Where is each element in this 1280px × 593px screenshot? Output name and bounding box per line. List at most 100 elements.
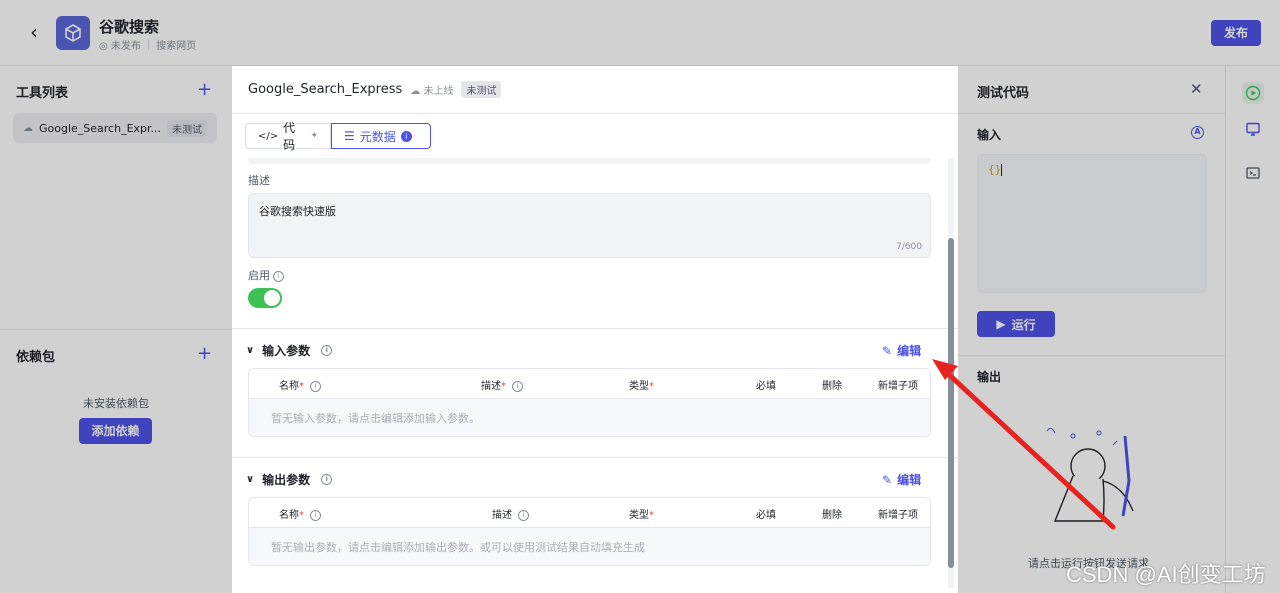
ai-assist-icon[interactable]: A xyxy=(1191,126,1204,139)
test-status-badge: 未测试 xyxy=(461,81,502,98)
empty-row: 暂无输入参数，请点击编辑添加输入参数。 xyxy=(249,399,930,436)
sliders-icon: ☰ xyxy=(344,129,355,143)
vertical-scrollbar[interactable] xyxy=(946,158,955,588)
divider xyxy=(958,113,1225,114)
tools-list-title: 工具列表 xyxy=(16,86,69,101)
description-value: 谷歌搜索快速版 xyxy=(259,205,336,218)
edit-icon: ✎ xyxy=(882,472,893,487)
empty-text: 暂无输入参数，请点击编辑添加输入参数。 xyxy=(271,412,480,425)
no-deps-text: 未安装依赖包 xyxy=(83,397,149,410)
info-icon[interactable]: i xyxy=(512,380,524,392)
description-label: 描述 xyxy=(248,174,270,187)
col-required: 必填 xyxy=(756,381,776,392)
tab-label: 代码 xyxy=(283,121,296,152)
input-label: 输入 xyxy=(977,128,1002,142)
enable-label: 启用 i xyxy=(248,267,284,283)
info-icon: i xyxy=(400,130,412,142)
code-value: {} xyxy=(988,163,1003,176)
empty-text: 暂无输出参数，请点击编辑添加输出参数。或可以使用测试结果自动填充生成 xyxy=(271,541,645,554)
scroll-thumb[interactable] xyxy=(948,238,954,568)
online-status: ☁ 未上线 xyxy=(410,86,454,97)
chevron-down-icon[interactable]: ∨ xyxy=(246,474,254,485)
col-add-child: 新增子项 xyxy=(878,510,918,521)
edit-icon: ✎ xyxy=(882,343,893,358)
back-arrow-icon[interactable]: ‹ xyxy=(22,20,46,44)
close-icon[interactable]: ✕ xyxy=(1190,80,1203,98)
terminal-icon[interactable] xyxy=(1242,162,1264,184)
deps-title: 依赖包 xyxy=(16,350,56,365)
col-delete: 删除 xyxy=(822,381,842,392)
play-circle-icon[interactable] xyxy=(1242,82,1264,104)
chevron-down-icon[interactable]: ∨ xyxy=(246,345,254,356)
scroll-edge xyxy=(248,158,931,164)
tool-name: Google_Search_Express xyxy=(248,82,403,97)
test-input-editor[interactable]: {} xyxy=(977,154,1207,293)
input-params-header[interactable]: ∨ 输入参数 i xyxy=(246,342,333,359)
divider xyxy=(232,113,958,114)
run-button[interactable]: ▶ 运行 xyxy=(977,311,1055,337)
tab-label: 元数据 xyxy=(359,129,396,144)
tool-header: Google_Search_Express ☁ 未上线 未测试 xyxy=(248,81,502,98)
top-header: ‹ 谷歌搜索 ◎ 未发布 | 搜索网页 发布 xyxy=(0,0,1280,66)
empty-row: 暂无输出参数，请点击编辑添加输出参数。或可以使用测试结果自动填充生成 xyxy=(249,528,930,565)
code-icon: </> xyxy=(258,130,279,142)
col-desc: 描述* i xyxy=(481,377,524,392)
info-icon[interactable]: i xyxy=(518,509,530,521)
table-header: 名称* i 描述 i 类型* 必填 删除 新增子项 xyxy=(249,498,930,528)
sparkle-icon: ✦ xyxy=(310,131,318,141)
info-icon[interactable]: i xyxy=(273,270,284,282)
add-tool-plus-icon[interactable]: + xyxy=(197,81,212,99)
empty-illustration xyxy=(1046,427,1134,522)
cloud-icon: ☁ xyxy=(23,122,33,134)
tab-bar: </> 代码 ✦ ☰ 元数据 i xyxy=(245,121,431,152)
watermark: CSDN @AI创变工坊 xyxy=(1066,562,1266,587)
description-textarea[interactable]: 谷歌搜索快速版 7/600 xyxy=(248,193,931,258)
left-sidebar: 工具列表 + ☁ Google_Search_Expr... 未测试 依赖包 +… xyxy=(0,66,232,593)
publish-button[interactable]: 发布 xyxy=(1211,20,1261,46)
tool-item-name: Google_Search_Expr... xyxy=(39,121,161,135)
col-add-child: 新增子项 xyxy=(878,381,918,392)
info-icon[interactable]: i xyxy=(310,509,322,521)
divider xyxy=(0,329,232,330)
output-params-header[interactable]: ∨ 输出参数 i xyxy=(246,471,333,488)
app-title: 谷歌搜索 xyxy=(99,18,160,36)
edit-output-params-button[interactable]: ✎ 编辑 xyxy=(882,471,921,488)
edit-input-params-button[interactable]: ✎ 编辑 xyxy=(882,342,921,359)
app-description: 搜索网页 xyxy=(156,41,197,52)
divider xyxy=(232,457,958,458)
tool-list-item[interactable]: ☁ Google_Search_Expr... 未测试 xyxy=(13,113,217,143)
col-type: 类型* xyxy=(629,381,654,392)
info-icon[interactable]: i xyxy=(310,380,322,392)
right-toolbar xyxy=(1225,66,1280,593)
col-name: 名称* i xyxy=(279,506,322,521)
toggle-knob xyxy=(264,290,280,306)
tab-code[interactable]: </> 代码 ✦ xyxy=(245,121,331,152)
divider xyxy=(232,328,958,329)
char-count: 7/600 xyxy=(896,242,922,252)
tool-metadata-panel: Google_Search_Express ☁ 未上线 未测试 </> 代码 ✦… xyxy=(232,66,958,593)
col-required: 必填 xyxy=(756,510,776,521)
cube-icon xyxy=(56,16,90,50)
input-params-table: 名称* i 描述* i 类型* 必填 删除 新增子项 暂无输入参数，请点击编辑添… xyxy=(248,368,931,437)
divider xyxy=(958,355,1225,356)
info-icon[interactable]: i xyxy=(321,474,333,485)
tool-item-badge: 未测试 xyxy=(167,119,207,137)
enable-toggle[interactable] xyxy=(248,288,282,308)
divider: | xyxy=(146,39,151,50)
app-subtitle: ◎ 未发布 | 搜索网页 xyxy=(99,37,196,52)
table-header: 名称* i 描述* i 类型* 必填 删除 新增子项 xyxy=(249,369,930,399)
col-name: 名称* i xyxy=(279,377,322,392)
col-desc: 描述 i xyxy=(492,506,530,521)
play-icon: ▶ xyxy=(996,317,1006,331)
add-deps-button[interactable]: 添加依赖 xyxy=(79,418,152,444)
add-dep-plus-icon[interactable]: + xyxy=(197,345,212,363)
tab-metadata[interactable]: ☰ 元数据 i xyxy=(331,123,431,149)
output-label: 输出 xyxy=(977,370,1002,384)
output-params-table: 名称* i 描述 i 类型* 必填 删除 新增子项 暂无输出参数，请点击编辑添加… xyxy=(248,497,931,566)
col-type: 类型* xyxy=(629,510,654,521)
info-icon[interactable]: i xyxy=(321,345,333,356)
col-delete: 删除 xyxy=(822,510,842,521)
test-panel-title: 测试代码 xyxy=(977,86,1030,101)
test-code-panel: 测试代码 ✕ 输入 A {} ▶ 运行 输出 请点击运行按钮发送请求 xyxy=(958,66,1225,593)
monitor-icon[interactable] xyxy=(1242,118,1264,140)
